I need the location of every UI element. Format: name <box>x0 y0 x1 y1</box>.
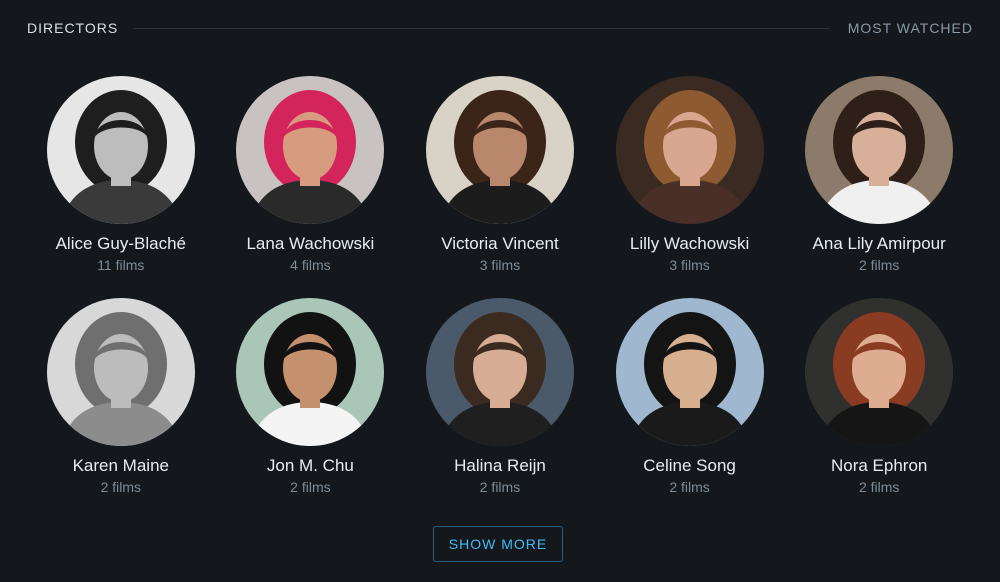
director-card[interactable]: Halina Reijn 2 films <box>405 298 595 496</box>
director-card[interactable]: Ana Lily Amirpour 2 films <box>784 76 974 274</box>
director-portrait[interactable] <box>425 76 574 224</box>
film-count: 2 films <box>290 479 331 495</box>
directors-section: DIRECTORS MOST WATCHED Alice Guy-Blaché 1… <box>0 0 1000 582</box>
portrait-image <box>805 298 954 446</box>
film-count: 2 films <box>669 479 710 495</box>
film-count: 3 films <box>479 257 521 273</box>
director-portrait[interactable] <box>236 298 385 446</box>
header-divider <box>134 27 830 29</box>
portrait-image <box>425 298 574 446</box>
director-card[interactable]: Jon M. Chu 2 films <box>216 298 406 496</box>
director-portrait[interactable] <box>805 76 954 224</box>
show-more-button[interactable]: SHOW MORE <box>433 526 563 562</box>
director-name[interactable]: Jon M. Chu <box>267 456 354 476</box>
director-portrait[interactable] <box>615 298 764 446</box>
director-card[interactable]: Lana Wachowski 4 films <box>216 76 406 274</box>
director-name[interactable]: Nora Ephron <box>831 456 927 476</box>
director-name[interactable]: Halina Reijn <box>454 456 546 476</box>
portrait-image <box>615 76 764 224</box>
portrait-image <box>236 76 385 224</box>
section-title: DIRECTORS <box>27 20 119 36</box>
portrait-image <box>615 298 764 446</box>
director-card[interactable]: Lilly Wachowski 3 films <box>595 76 785 274</box>
director-name[interactable]: Victoria Vincent <box>441 234 559 254</box>
director-name[interactable]: Lana Wachowski <box>246 234 374 254</box>
portrait-image <box>236 298 385 446</box>
most-watched-link[interactable]: MOST WATCHED <box>848 20 973 36</box>
film-count: 11 films <box>97 257 145 273</box>
director-portrait[interactable] <box>46 76 195 224</box>
film-count: 2 films <box>479 479 521 495</box>
director-name[interactable]: Ana Lily Amirpour <box>813 234 946 254</box>
portrait-image <box>46 298 195 446</box>
director-card[interactable]: Victoria Vincent 3 films <box>405 76 595 274</box>
section-header: DIRECTORS MOST WATCHED <box>27 18 973 38</box>
director-card[interactable]: Alice Guy-Blaché 11 films <box>26 76 216 274</box>
director-name[interactable]: Lilly Wachowski <box>630 234 749 254</box>
director-name[interactable]: Karen Maine <box>73 456 169 476</box>
film-count: 3 films <box>669 257 710 273</box>
film-count: 2 films <box>858 479 900 495</box>
director-portrait[interactable] <box>236 76 385 224</box>
directors-grid: Alice Guy-Blaché 11 films Lana Wachowski 4 … <box>26 76 974 496</box>
portrait-image <box>46 76 195 224</box>
director-name[interactable]: Alice Guy-Blaché <box>56 234 186 254</box>
portrait-image <box>805 76 954 224</box>
film-count: 4 films <box>290 257 331 273</box>
director-portrait[interactable] <box>46 298 195 446</box>
director-card[interactable]: Nora Ephron 2 films <box>784 298 974 496</box>
director-portrait[interactable] <box>615 76 764 224</box>
director-card[interactable]: Karen Maine 2 films <box>26 298 216 496</box>
director-card[interactable]: Celine Song 2 films <box>595 298 785 496</box>
film-count: 2 films <box>858 257 900 273</box>
director-name[interactable]: Celine Song <box>643 456 736 476</box>
director-portrait[interactable] <box>425 298 574 446</box>
film-count: 2 films <box>100 479 142 495</box>
director-portrait[interactable] <box>805 298 954 446</box>
portrait-image <box>425 76 574 224</box>
